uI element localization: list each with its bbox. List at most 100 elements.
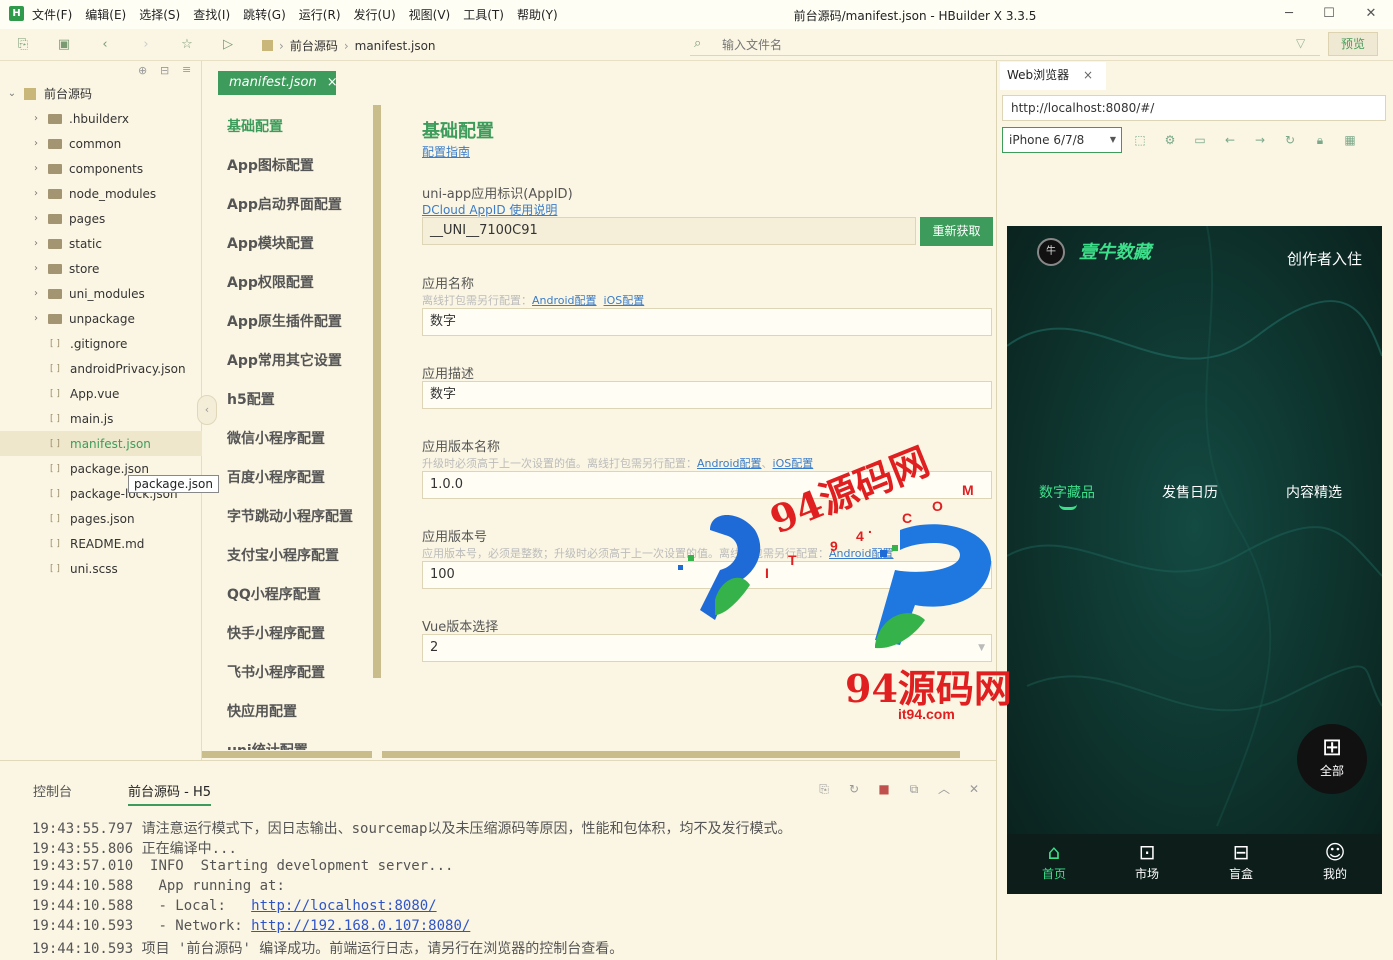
settings-nav-item[interactable]: uni统计配置	[227, 740, 308, 750]
tab-console[interactable]: 控制台	[33, 781, 72, 800]
minimize-icon[interactable]: ─	[1276, 4, 1302, 24]
version-code-field[interactable]: 100	[422, 561, 992, 589]
locate-icon[interactable]: ⊕	[138, 64, 147, 77]
menu-item-9[interactable]: 帮助(Y)	[517, 6, 558, 23]
chevron-up-icon[interactable]: ︿	[936, 781, 952, 797]
maximize-icon[interactable]: ☐	[1316, 4, 1342, 24]
settings-nav-item[interactable]: 微信小程序配置	[227, 428, 325, 448]
tab-digital-collections[interactable]: 数字藏品	[1039, 482, 1095, 502]
browser-back-icon[interactable]: ←	[1222, 132, 1238, 148]
tree-item[interactable]: [ ] .gitignore	[0, 331, 202, 356]
tree-item[interactable]: [ ] main.js	[0, 406, 202, 431]
nav-market[interactable]: ⊡ 市场	[1117, 839, 1177, 882]
regenerate-appid-button[interactable]: 重新获取	[920, 217, 993, 246]
tree-item[interactable]: [ ] App.vue	[0, 381, 202, 406]
lock-icon[interactable]: 🔒︎	[1312, 132, 1328, 148]
filter-icon[interactable]: ▽	[1296, 36, 1305, 50]
url-input[interactable]: http://localhost:8080/#/	[1002, 95, 1386, 121]
creator-entry-link[interactable]: 创作者入住	[1287, 248, 1362, 269]
tree-item[interactable]: › .hbuilderx	[0, 106, 202, 131]
tab-featured-content[interactable]: 内容精选	[1286, 482, 1342, 502]
log-link[interactable]: http://192.168.0.107:8080/	[251, 918, 470, 934]
tab-h5-output[interactable]: 前台源码 - H5	[128, 781, 212, 806]
tree-item[interactable]: [ ] pages.json	[0, 506, 202, 531]
version-name-field[interactable]: 1.0.0	[422, 471, 992, 499]
menu-item-7[interactable]: 视图(V)	[409, 6, 451, 23]
ios-config-link-2[interactable]: iOS配置	[773, 457, 814, 470]
tab-manifest[interactable]: manifest.json ×	[218, 71, 338, 95]
more-menu-icon[interactable]: ≡	[182, 63, 191, 76]
browser-forward-icon[interactable]: →	[1252, 132, 1268, 148]
settings-nav-item[interactable]: QQ小程序配置	[227, 584, 321, 604]
settings-gear-icon[interactable]: ⚙	[1162, 132, 1178, 148]
forward-icon[interactable]: ›	[137, 36, 155, 54]
config-guide-link[interactable]: 配置指南	[422, 143, 470, 160]
tree-item[interactable]: [ ] manifest.json	[0, 431, 202, 456]
new-file-icon[interactable]: ⎘	[14, 36, 32, 54]
settings-nav-item[interactable]: App权限配置	[227, 272, 314, 292]
back-icon[interactable]: ‹	[96, 36, 114, 54]
devtools-icon[interactable]: ▭	[1192, 132, 1208, 148]
content-horizontal-scrollbar[interactable]	[382, 751, 960, 758]
settings-nav-item[interactable]: App常用其它设置	[227, 350, 342, 370]
tree-item[interactable]: › pages	[0, 206, 202, 231]
vue-version-select[interactable]: 2 ▼	[422, 634, 992, 662]
tree-item[interactable]: [ ] androidPrivacy.json	[0, 356, 202, 381]
tree-item[interactable]: › common	[0, 131, 202, 156]
qrcode-icon[interactable]: ▦	[1342, 132, 1358, 148]
close-browser-tab-icon[interactable]: ×	[1083, 68, 1093, 82]
log-link[interactable]: http://localhost:8080/	[251, 898, 436, 914]
breadcrumb-file[interactable]: manifest.json	[355, 39, 436, 53]
settings-nav-item[interactable]: 支付宝小程序配置	[227, 545, 339, 565]
star-icon[interactable]: ☆	[178, 36, 196, 54]
app-desc-field[interactable]: 数字	[422, 381, 992, 409]
settings-nav-item[interactable]: 快手小程序配置	[227, 623, 325, 643]
save-icon[interactable]: ▣	[55, 36, 73, 54]
tree-item[interactable]: › unpackage	[0, 306, 202, 331]
breadcrumb-project[interactable]: 前台源码	[290, 37, 338, 54]
settings-nav-item[interactable]: h5配置	[227, 389, 275, 409]
android-config-link[interactable]: Android配置	[532, 294, 597, 307]
reload-icon[interactable]: ↻	[1282, 132, 1298, 148]
close-tab-icon[interactable]: ×	[327, 75, 338, 90]
tree-item[interactable]: [ ] uni.scss	[0, 556, 202, 581]
settings-nav-item[interactable]: App启动界面配置	[227, 194, 342, 214]
tree-item[interactable]: › static	[0, 231, 202, 256]
open-external-icon[interactable]: ⧉	[906, 781, 922, 797]
nav-home[interactable]: ⌂ 首页	[1024, 839, 1084, 882]
tree-item[interactable]: › components	[0, 156, 202, 181]
menu-item-1[interactable]: 编辑(E)	[85, 6, 126, 23]
preview-button[interactable]: 预览	[1328, 32, 1378, 56]
settings-nav-item[interactable]: 字节跳动小程序配置	[227, 506, 353, 526]
ios-config-link[interactable]: iOS配置	[604, 294, 645, 307]
settings-nav-item[interactable]: App图标配置	[227, 155, 314, 175]
menu-item-2[interactable]: 选择(S)	[139, 6, 180, 23]
screenshot-icon[interactable]: ⬚	[1132, 132, 1148, 148]
project-root[interactable]: ⌄ 前台源码	[0, 81, 202, 106]
restart-icon[interactable]: ↻	[846, 781, 862, 797]
nav-blind-box[interactable]: ⊟ 盲盒	[1211, 839, 1271, 882]
all-categories-button[interactable]: ⊞ 全部	[1297, 724, 1367, 794]
settings-nav-item[interactable]: 基础配置	[227, 116, 283, 136]
close-window-icon[interactable]: ✕	[1358, 4, 1384, 24]
menu-item-6[interactable]: 发行(U)	[354, 6, 396, 23]
android-config-link-3[interactable]: Android配置	[829, 547, 894, 560]
collapse-all-icon[interactable]: ⊟	[160, 64, 169, 77]
menu-item-4[interactable]: 跳转(G)	[243, 6, 286, 23]
tab-release-calendar[interactable]: 发售日历	[1162, 482, 1218, 502]
menu-item-8[interactable]: 工具(T)	[463, 6, 504, 23]
clear-console-icon[interactable]: ✕	[966, 781, 982, 797]
file-search-input[interactable]	[722, 36, 1282, 54]
menu-item-0[interactable]: 文件(F)	[32, 6, 72, 23]
settings-nav-item[interactable]: 百度小程序配置	[227, 467, 325, 487]
settings-nav-item[interactable]: App模块配置	[227, 233, 314, 253]
android-config-link-2[interactable]: Android配置	[697, 457, 762, 470]
device-select[interactable]: iPhone 6/7/8 ▼	[1002, 127, 1122, 153]
copy-icon[interactable]: ⎘	[816, 781, 832, 797]
nav-horizontal-scrollbar[interactable]	[202, 751, 372, 758]
stop-icon[interactable]: ■	[876, 781, 892, 797]
tree-item[interactable]: [ ] README.md	[0, 531, 202, 556]
tree-item[interactable]: › node_modules	[0, 181, 202, 206]
tree-item[interactable]: › store	[0, 256, 202, 281]
tab-web-browser[interactable]: Web浏览器 ×	[1000, 62, 1106, 90]
